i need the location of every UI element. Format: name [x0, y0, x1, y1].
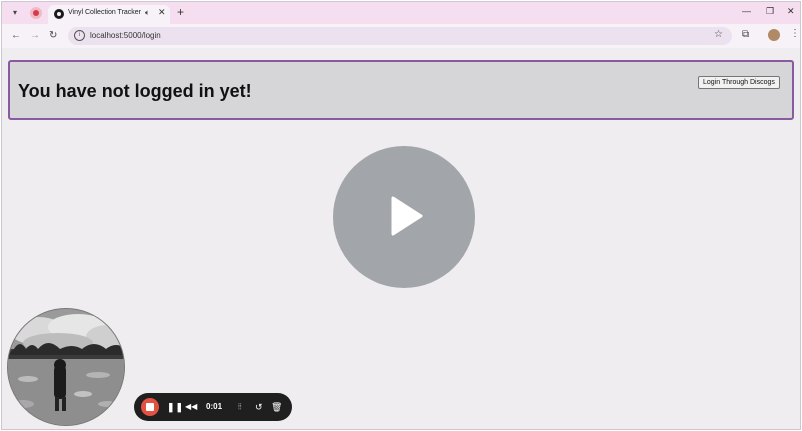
recording-toolbar: ❚❚ ◀◀ 0:01 ⦙⦙ ↺ 🗑︎	[134, 393, 292, 421]
login-banner: You have not logged in yet! Login Throug…	[8, 60, 794, 120]
back-icon[interactable]: ←	[11, 30, 21, 42]
webcam-bubble[interactable]	[7, 308, 125, 426]
speaker-icon[interactable]: 🔈︎	[145, 8, 150, 18]
address-bar[interactable]: i localhost:5000/login ☆	[68, 27, 732, 45]
extensions-icon[interactable]: ⧉	[742, 29, 749, 40]
browser-toolbar: ← → ↻ i localhost:5000/login ☆ ⧉ ⋮	[2, 24, 800, 48]
browser-window: ▾ Vinyl Collection Tracker 🔈︎ ✕ + — ❐ ✕ …	[1, 1, 801, 430]
stop-recording-button[interactable]	[141, 398, 159, 416]
trash-icon[interactable]: 🗑︎	[271, 400, 282, 414]
window-close-icon[interactable]: ✕	[787, 6, 795, 17]
recording-indicator-icon[interactable]	[30, 7, 42, 19]
login-discogs-button[interactable]: Login Through Discogs	[698, 76, 780, 89]
page-content: You have not logged in yet! Login Throug…	[2, 48, 800, 429]
close-tab-icon[interactable]: ✕	[158, 7, 166, 18]
url-text[interactable]: localhost:5000/login	[90, 31, 161, 40]
tab-search-chevron-icon[interactable]: ▾	[8, 6, 22, 20]
waveform-icon[interactable]: ⦙⦙	[238, 400, 242, 414]
forward-icon[interactable]: →	[30, 30, 40, 42]
avatar[interactable]	[768, 29, 780, 41]
bookmark-star-icon[interactable]: ☆	[714, 29, 723, 40]
tab-vinyl-collection-tracker[interactable]: Vinyl Collection Tracker 🔈︎ ✕	[48, 5, 170, 24]
restart-icon[interactable]: ↺	[255, 400, 263, 414]
webcam-image-icon	[8, 309, 124, 425]
pause-icon[interactable]: ❚❚	[167, 400, 184, 414]
rewind-icon[interactable]: ◀◀	[185, 400, 197, 414]
favicon-icon	[54, 9, 64, 19]
new-tab-icon[interactable]: +	[177, 5, 184, 19]
more-menu-icon[interactable]: ⋮	[790, 28, 800, 39]
page-title: You have not logged in yet!	[18, 81, 252, 101]
minimize-icon[interactable]: —	[742, 6, 751, 16]
play-icon	[391, 196, 423, 236]
tab-strip: ▾ Vinyl Collection Tracker 🔈︎ ✕ + — ❐ ✕	[2, 2, 800, 24]
play-overlay-button[interactable]	[333, 146, 475, 288]
restore-icon[interactable]: ❐	[766, 6, 774, 17]
site-info-icon[interactable]: i	[74, 30, 85, 41]
tab-title: Vinyl Collection Tracker	[68, 9, 142, 16]
reload-icon[interactable]: ↻	[49, 30, 57, 42]
elapsed-time: 0:01	[206, 402, 223, 411]
